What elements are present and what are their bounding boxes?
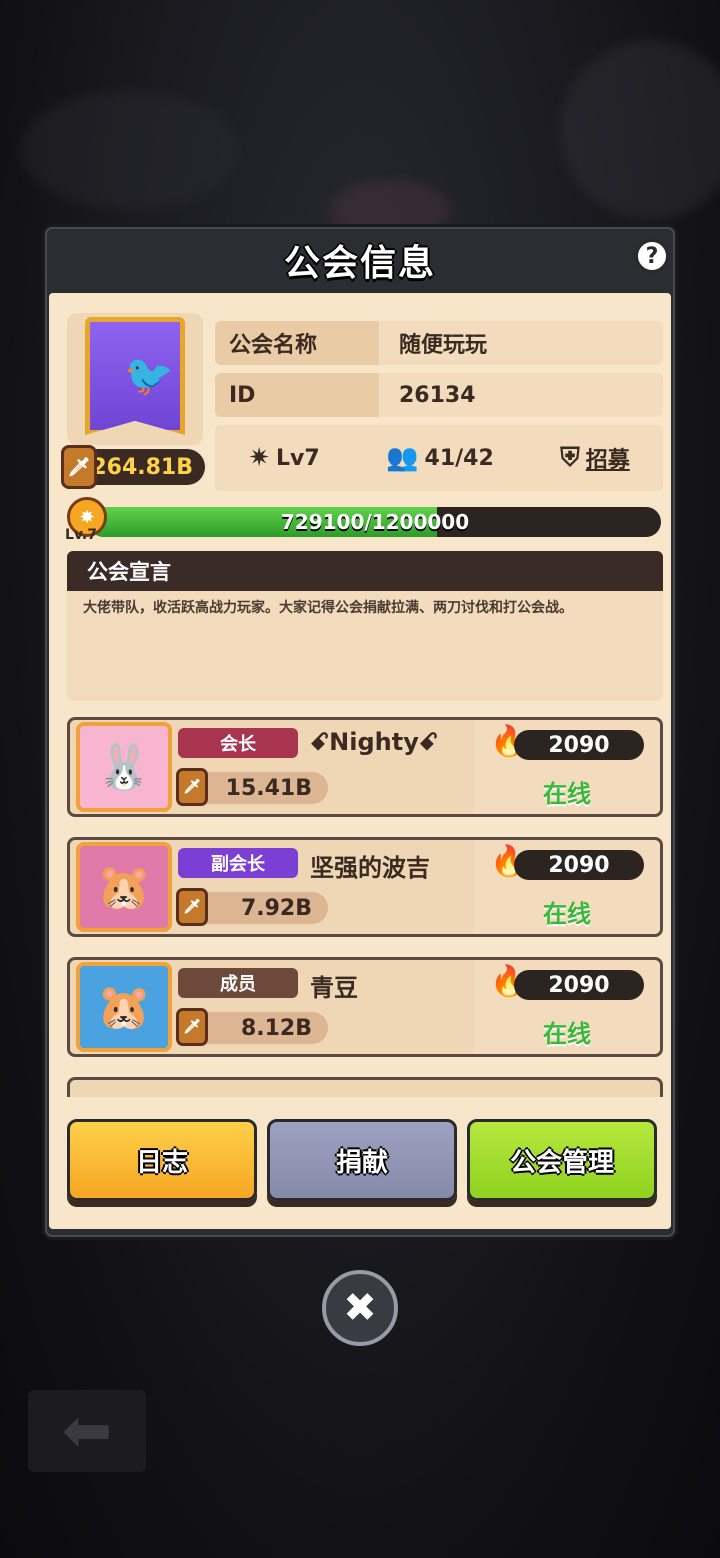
role-tag: 会长 [178,728,298,758]
member-avatar: 🐹 [76,962,172,1052]
announcement-title: 公会宣言 [67,551,663,591]
guild-members: 41/42 [424,445,494,471]
member-card[interactable]: 🐰 会长 ꗃNightyꗃ 🗡 15.41B 🔥 2090 在线 [67,717,663,817]
guild-id-value: 26134 [379,373,663,417]
guild-id-label: ID [215,373,379,417]
member-avatar: 🐹 [76,842,172,932]
guild-exp-text: 729100/1200000 [280,510,470,534]
member-power-value: 7.92B [240,895,312,921]
donate-button[interactable]: 捐献 [267,1119,457,1201]
member-activity: 2090 [514,850,644,880]
member-name: 青豆 [310,974,358,1002]
recruit-label: 招募 [585,448,630,473]
guild-power-value: 264.81B [91,454,193,480]
guild-name-label: 公会名称 [215,321,379,365]
member-activity: 2090 [514,730,644,760]
member-name: ꗃNightyꗃ [310,728,439,756]
guild-exp-bar: 729100/1200000 [89,507,661,537]
member-status: 在线 [543,900,591,928]
member-power: 🗡 7.92B [176,888,328,926]
guild-emblem-frame: 🐦 [67,313,203,445]
guild-name-value: 随便玩玩 [379,321,663,365]
gear-icon: ✷ [248,443,271,473]
member-avatar: 🐰 [76,722,172,812]
help-icon[interactable]: ? [635,239,669,273]
background-blur [560,40,720,220]
member-activity: 2090 [514,970,644,1000]
guild-stats: ✷ Lv7 👥 41/42 ⛨ 招募 [215,425,663,491]
back-button[interactable]: ⬅ [28,1390,146,1472]
member-power-value: 15.41B [225,775,312,801]
guild-level: Lv7 [276,445,320,471]
guild-power: 🗡 264.81B [61,445,205,489]
recruit-button[interactable]: ⛨ 招募 [560,442,630,474]
member-power-value: 8.12B [240,1015,312,1041]
guild-members-stat: 👥 41/42 [386,443,494,473]
bird-icon: 🐦 [124,353,174,399]
avatar-icon: 🐰 [96,742,152,793]
member-card-partial[interactable] [67,1077,663,1097]
close-button[interactable]: ✖ [322,1270,398,1346]
sword-icon: 🗡 [176,888,208,926]
sword-icon: 🗡 [176,1008,208,1046]
member-status-panel: 🔥 2090 在线 [474,840,660,934]
member-power: 🗡 8.12B [176,1008,328,1046]
level-badge-text: Lv.7 [65,527,97,543]
member-name: 坚强的波吉 [310,854,430,882]
announcement-text: 大佬带队，收活跃高战力玩家。大家记得公会捐献拉满、两刀讨伐和打公会战。 [67,591,663,701]
member-power: 🗡 15.41B [176,768,328,806]
member-status: 在线 [543,780,591,808]
member-list[interactable]: 🐰 会长 ꗃNightyꗃ 🗡 15.41B 🔥 2090 在线 🐹 副会长 坚… [67,717,663,1097]
members-icon: 👥 [386,443,419,473]
role-tag: 成员 [178,968,298,998]
shield-plus-icon: ⛨ [560,442,580,473]
dialog-title: 公会信息 [283,243,436,284]
sword-icon: 🗡 [176,768,208,806]
member-status-panel: 🔥 2090 在线 [474,720,660,814]
guild-banner-icon: 🐦 [85,317,185,435]
member-status-panel: 🔥 2090 在线 [474,960,660,1054]
sword-icon: 🗡 [61,445,97,489]
guild-level-stat: ✷ Lv7 [248,443,319,473]
log-button[interactable]: 日志 [67,1119,257,1201]
member-card[interactable]: 🐹 成员 青豆 🗡 8.12B 🔥 2090 在线 [67,957,663,1057]
member-status: 在线 [543,1020,591,1048]
guild-name-row: 公会名称 随便玩玩 [215,321,663,365]
avatar-icon: 🐹 [96,862,152,913]
dialog-panel: 🐦 🗡 264.81B 公会名称 随便玩玩 ID 26134 ✷ Lv7 👥 4… [49,293,671,1229]
member-card[interactable]: 🐹 副会长 坚强的波吉 🗡 7.92B 🔥 2090 在线 [67,837,663,937]
guild-manage-button[interactable]: 公会管理 [467,1119,657,1201]
guild-info-dialog: 公会信息 ? 🐦 🗡 264.81B 公会名称 随便玩玩 ID 26134 ✷ … [42,224,678,1240]
role-tag: 副会长 [178,848,298,878]
guild-id-row: ID 26134 [215,373,663,417]
avatar-icon: 🐹 [96,982,152,1033]
background-blur [20,90,240,210]
